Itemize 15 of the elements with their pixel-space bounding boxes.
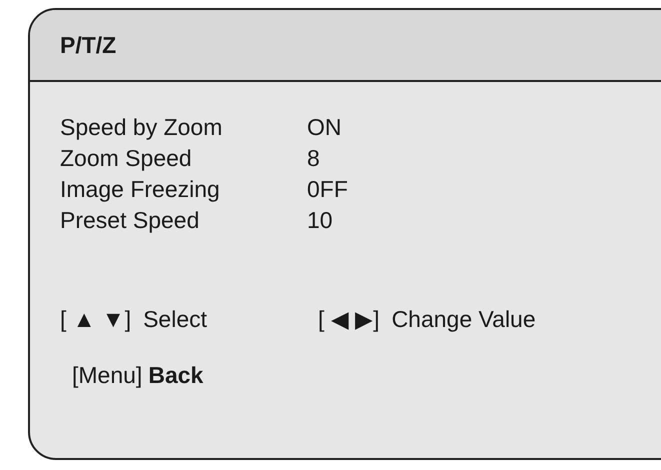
setting-value: ON	[307, 114, 342, 141]
setting-label: Preset Speed	[60, 207, 200, 234]
key-hint: [ ▲ ▼]	[60, 306, 132, 333]
key-hint: [ ◀ ▶]	[318, 306, 380, 333]
hint-action: Back	[148, 362, 204, 389]
hint-action: Change Value	[392, 306, 536, 333]
hint-action: Select	[143, 306, 208, 333]
setting-value: 0FF	[307, 176, 348, 203]
menu-title: P/T/Z	[60, 32, 116, 58]
setting-value: 8	[307, 145, 320, 172]
setting-value: 10	[307, 207, 333, 234]
setting-label: Zoom Speed	[60, 145, 192, 172]
setting-label: Speed by Zoom	[60, 114, 222, 141]
key-hint: [Menu]	[72, 362, 142, 389]
setting-label: Image Freezing	[60, 176, 220, 203]
